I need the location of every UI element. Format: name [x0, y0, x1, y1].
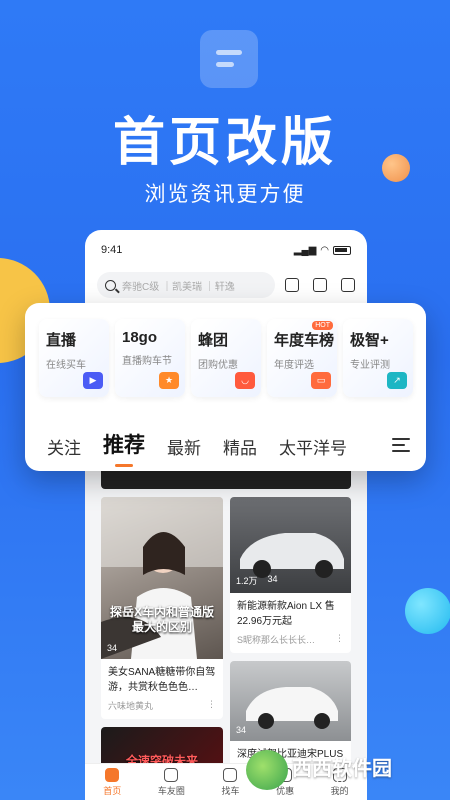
feed-thumbnail: 34 [230, 661, 351, 741]
nav-community[interactable]: 车友圈 [158, 764, 185, 800]
category-row: 直播 在线买车 ▶ 18go 直播购车节 ★ 蜂团 团购优惠 ◡ HOT 年度车… [39, 319, 413, 397]
promo-headline: 首页改版 [112, 114, 337, 172]
category-tab-card: 直播 在线买车 ▶ 18go 直播购车节 ★ 蜂团 团购优惠 ◡ HOT 年度车… [25, 303, 426, 471]
category-annual-ranking[interactable]: HOT 年度车榜 年度评选 ▭ [267, 319, 337, 397]
category-subtitle: 直播购车节 [122, 356, 172, 367]
signal-icon: ▂▄▆ [293, 244, 317, 256]
nav-label: 车友圈 [157, 786, 185, 796]
tab-follow[interactable]: 关注 [47, 434, 81, 459]
calendar-icon[interactable] [341, 278, 355, 292]
category-subtitle: 团购优惠 [198, 360, 238, 371]
category-subtitle: 年度评选 [274, 360, 314, 371]
status-time: 9:41 [101, 244, 123, 256]
nav-home[interactable]: 首页 [103, 764, 121, 800]
feed-column-right: 1.2万 34 新能源新款Aion LX 售22.96万元起 S昵称那么长长长… ⋮… [230, 497, 351, 787]
wifi-icon: ◠ [320, 244, 329, 256]
site-watermark: 西西软件园 CR173.COM [246, 748, 436, 792]
status-icons: ▂▄▆ ◠ [294, 245, 351, 256]
nav-label: 找车 [221, 786, 240, 796]
watermark-text: 西西软件园 [292, 757, 392, 780]
chart-icon: ↗ [387, 372, 407, 389]
ticket-icon: ▭ [311, 372, 331, 389]
comment-count: 34 [267, 574, 278, 584]
search-icon [105, 279, 116, 291]
nav-label: 首页 [103, 786, 122, 796]
video-caption: 探岳X车内和普通版最大的区别 [109, 605, 214, 634]
document-icon [200, 30, 258, 88]
search-row: 奔驰C级 ｜凯美瑞 ｜轩逸 [85, 270, 367, 300]
tab-latest[interactable]: 最新 [167, 434, 201, 459]
category-subtitle: 专业评测 [350, 360, 390, 371]
feed-top-banner [101, 471, 351, 489]
category-subtitle: 在线买车 [46, 360, 86, 371]
feed-author: S昵称那么长长长… [237, 635, 316, 645]
category-title: 直播 [46, 332, 77, 349]
feed-tabs: 关注 推荐 最新 精品 太平洋号 [47, 429, 369, 459]
search-placeholder: 奔驰C级 ｜凯美瑞 ｜轩逸 [122, 281, 235, 293]
news-icon[interactable] [313, 278, 327, 292]
scan-icon[interactable] [285, 278, 299, 292]
comment-count: 34 [107, 643, 118, 653]
view-count: 1.2万 [236, 576, 258, 586]
community-icon [164, 768, 179, 782]
bag-icon: ◡ [235, 372, 255, 389]
comment-count: 34 [236, 725, 247, 735]
feed-column-left: 探岳X车内和普通版最大的区别 34 美女SANA糖糖带你自驾游，共赏秋色色色… … [101, 497, 223, 795]
promo-screen: 首页改版 浏览资讯更方便 9:41 ▂▄▆ ◠ 奔驰C级 ｜凯美瑞 ｜轩逸 探岳… [0, 0, 450, 800]
tab-featured[interactable]: 精品 [223, 434, 257, 459]
more-icon[interactable]: ⋮ [207, 699, 216, 712]
category-group-buy[interactable]: 蜂团 团购优惠 ◡ [191, 319, 261, 397]
category-title: 18go [122, 329, 158, 346]
battery-icon [333, 245, 351, 255]
category-18go[interactable]: 18go 直播购车节 ★ [115, 319, 185, 397]
category-title: 极智+ [350, 332, 389, 349]
promo-subheadline: 浏览资讯更方便 [144, 183, 306, 206]
category-live[interactable]: 直播 在线买车 ▶ [39, 319, 109, 397]
more-icon[interactable]: ⋮ [335, 633, 344, 646]
star-icon: ★ [159, 372, 179, 389]
feed-card[interactable]: 探岳X车内和普通版最大的区别 34 美女SANA糖糖带你自驾游，共赏秋色色色… … [101, 497, 223, 719]
feed-title: 新能源新款Aion LX 售22.96万元起 [237, 601, 335, 627]
decor-cyan-dot [405, 588, 450, 634]
feed-thumbnail: 1.2万 34 [230, 497, 351, 593]
status-bar: 9:41 ▂▄▆ ◠ [85, 230, 367, 270]
home-icon [105, 768, 120, 782]
feed-card[interactable]: 1.2万 34 新能源新款Aion LX 售22.96万元起 S昵称那么长长长… ⋮ [230, 497, 351, 653]
feed-thumbnail: 探岳X车内和普通版最大的区别 34 [101, 497, 223, 659]
category-jizhi[interactable]: 极智+ 专业评测 ↗ [343, 319, 413, 397]
car-icon [223, 768, 238, 782]
category-title: 年度车榜 [274, 332, 335, 349]
search-input[interactable]: 奔驰C级 ｜凯美瑞 ｜轩逸 [97, 272, 275, 298]
feed-title: 美女SANA糖糖带你自驾游，共赏秋色色色… [108, 667, 216, 693]
category-title: 蜂团 [198, 332, 229, 349]
tab-recommend[interactable]: 推荐 [103, 429, 145, 459]
feed-author: 六味地黄丸 [108, 701, 154, 711]
suv-illustration [246, 687, 338, 729]
tab-pacific[interactable]: 太平洋号 [279, 434, 347, 459]
play-icon: ▶ [83, 372, 103, 389]
watermark-logo [246, 750, 288, 790]
menu-icon[interactable] [392, 438, 410, 456]
nav-find-car[interactable]: 找车 [221, 764, 239, 800]
hot-badge: HOT [312, 321, 333, 330]
